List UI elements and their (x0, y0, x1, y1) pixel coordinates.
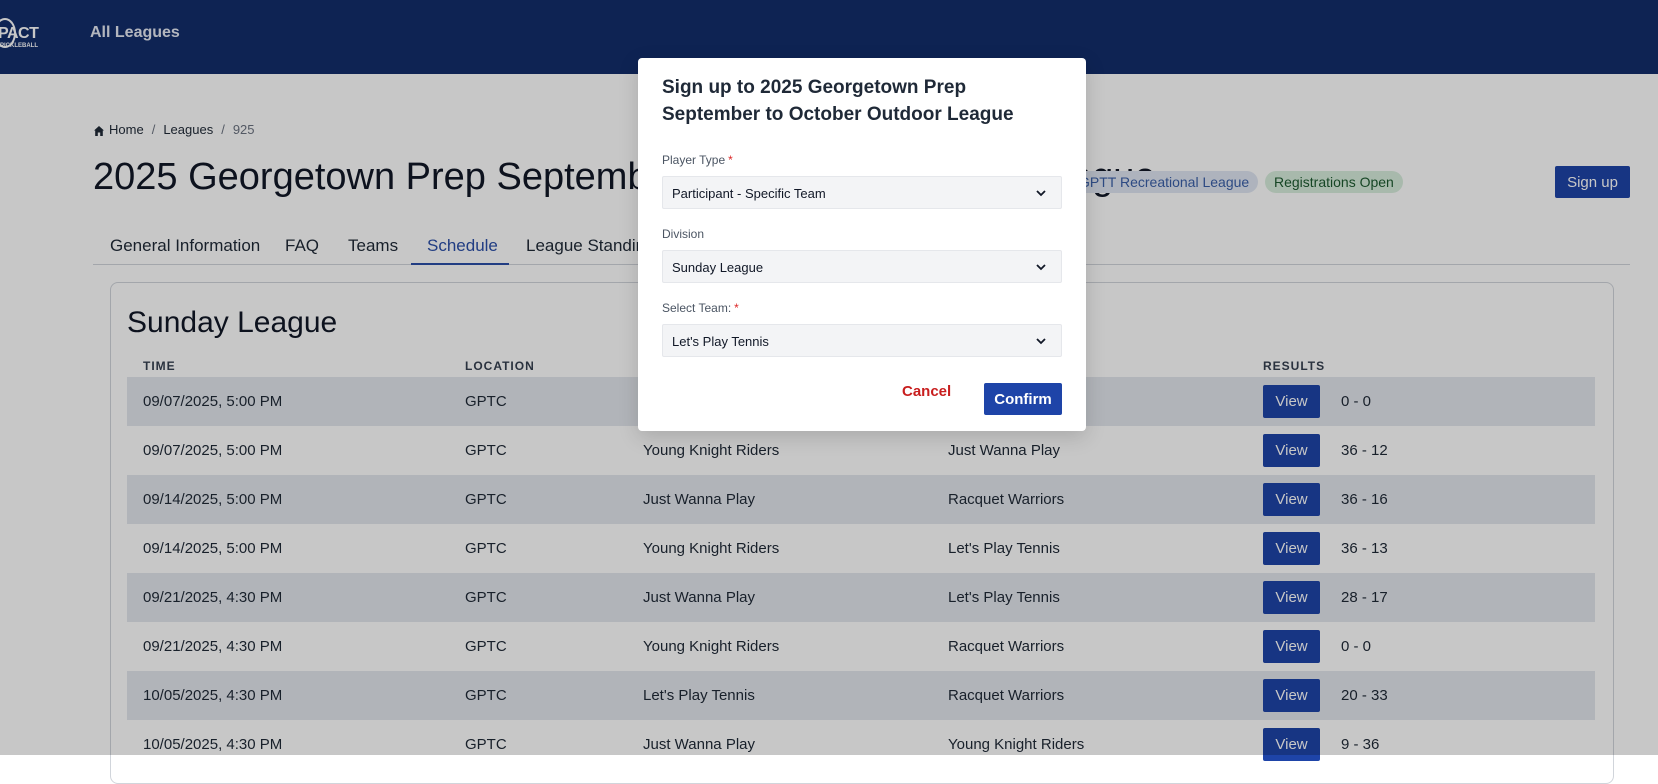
confirm-button[interactable]: Confirm (984, 383, 1062, 415)
chevron-down-icon (1036, 190, 1046, 197)
team-select[interactable]: Let's Play Tennis (662, 324, 1062, 357)
player-type-label: Player Type * (662, 153, 733, 167)
cancel-button[interactable]: Cancel (902, 383, 951, 400)
division-select[interactable]: Sunday League (662, 250, 1062, 283)
required-marker: * (734, 301, 739, 315)
required-marker: * (728, 153, 733, 167)
modal-title: Sign up to 2025 Georgetown Prep Septembe… (662, 77, 1014, 125)
signup-modal: Sign up to 2025 Georgetown Prep Septembe… (638, 58, 1086, 431)
player-type-label-text: Player Type (662, 153, 726, 167)
division-label-text: Division (662, 227, 705, 241)
division-label: Division (662, 227, 704, 241)
player-type-value: Participant - Specific Team (672, 186, 826, 201)
division-value: Sunday League (672, 260, 764, 275)
select-team-label-text: Select Team: (662, 301, 732, 315)
team-value: Let's Play Tennis (672, 334, 769, 349)
chevron-down-icon (1036, 338, 1046, 345)
player-type-select[interactable]: Participant - Specific Team (662, 176, 1062, 209)
chevron-down-icon (1036, 264, 1046, 271)
select-team-label: Select Team: * (662, 301, 739, 315)
